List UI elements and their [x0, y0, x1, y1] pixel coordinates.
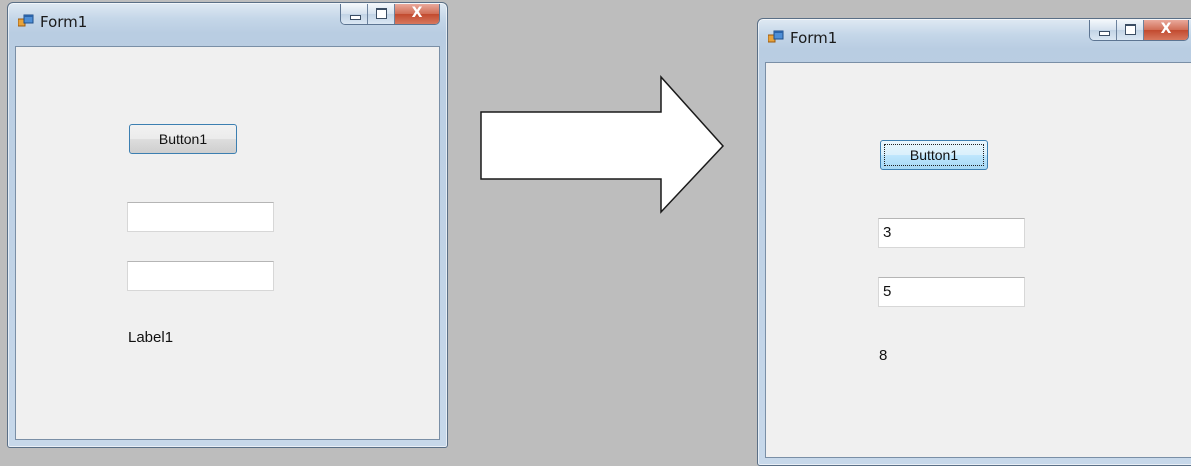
minimize-button[interactable]	[1090, 20, 1117, 40]
window-title: Form1	[790, 29, 838, 47]
label1: 8	[879, 347, 888, 364]
minimize-icon	[350, 15, 361, 20]
minimize-icon	[1099, 31, 1110, 36]
app-icon	[768, 30, 784, 44]
window-controls: X	[1089, 20, 1189, 41]
maximize-icon	[1125, 24, 1136, 35]
close-icon: X	[411, 5, 423, 21]
button1[interactable]: Button1	[129, 124, 237, 154]
maximize-button[interactable]	[1117, 20, 1144, 40]
button1-label: Button1	[158, 131, 208, 147]
titlebar[interactable]: Form1 X	[8, 3, 447, 33]
close-icon: X	[1160, 21, 1172, 37]
form-window-after: Form1 X Button1 3 5 8	[757, 18, 1191, 466]
form-client-area: Button1 Label1	[15, 46, 440, 440]
close-button[interactable]: X	[1144, 20, 1188, 40]
app-icon	[18, 14, 34, 28]
button1-label: Button1	[909, 147, 959, 163]
window-title: Form1	[40, 13, 88, 31]
maximize-button[interactable]	[368, 4, 395, 24]
button1[interactable]: Button1	[880, 140, 988, 170]
label1: Label1	[128, 329, 174, 346]
close-button[interactable]: X	[395, 4, 439, 24]
window-controls: X	[340, 4, 440, 25]
form-window-before: Form1 X Button1 Label1	[7, 2, 448, 448]
minimize-button[interactable]	[341, 4, 368, 24]
textbox1[interactable]: 3	[878, 218, 1025, 248]
right-arrow-icon	[480, 75, 725, 214]
textbox1[interactable]	[127, 202, 274, 232]
maximize-icon	[376, 8, 387, 19]
form-client-area: Button1 3 5 8	[765, 62, 1191, 458]
textbox2[interactable]: 5	[878, 277, 1025, 307]
titlebar[interactable]: Form1 X	[758, 19, 1191, 49]
textbox2[interactable]	[127, 261, 274, 291]
